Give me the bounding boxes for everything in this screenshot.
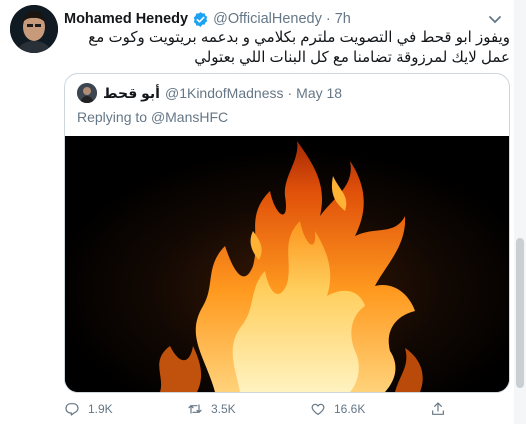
like-button[interactable]: 16.6K: [310, 401, 365, 417]
quoted-author-handle[interactable]: @1KindofMadness: [165, 85, 284, 101]
quoted-separator: ·: [287, 85, 293, 101]
verified-badge-icon: [192, 11, 209, 28]
caret-down-icon[interactable]: [488, 12, 502, 24]
tweet-header: Mohamed Henedy @OfficialHenedy · 7h: [64, 9, 351, 29]
author-handle[interactable]: @OfficialHenedy: [213, 11, 322, 27]
replying-to-label: Replying to: [77, 109, 148, 125]
author-avatar[interactable]: [10, 5, 58, 53]
header-separator: ·: [325, 11, 331, 27]
quoted-author-name[interactable]: أبو قحط: [103, 85, 160, 102]
fire-image[interactable]: [65, 136, 509, 392]
share-button[interactable]: [430, 401, 454, 417]
quoted-tweet-header: أبو قحط @1KindofMadness · May 18: [77, 83, 342, 103]
tweet-text: ويفوز ابو قحط في التصويت ملترم بكلامي و …: [88, 29, 510, 66]
retweet-count: 3.5K: [211, 402, 236, 416]
retweet-button[interactable]: 3.5K: [187, 401, 236, 417]
reply-icon: [65, 403, 79, 416]
author-name[interactable]: Mohamed Henedy: [64, 11, 188, 27]
replying-to-mention[interactable]: @MansHFC: [151, 109, 228, 125]
quoted-tweet[interactable]: أبو قحط @1KindofMadness · May 18 Replyin…: [64, 73, 510, 393]
scrollbar[interactable]: [514, 0, 526, 424]
tweet-timestamp[interactable]: 7h: [335, 11, 351, 27]
reply-button[interactable]: 1.9K: [64, 401, 113, 417]
retweet-icon: [188, 404, 202, 414]
like-icon: [311, 403, 325, 415]
quoted-timestamp[interactable]: May 18: [296, 85, 342, 101]
like-count: 16.6K: [334, 402, 366, 416]
scrollbar-thumb[interactable]: [516, 238, 524, 388]
share-icon: [432, 402, 444, 415]
reply-count: 1.9K: [88, 402, 113, 416]
tweet-card[interactable]: Mohamed Henedy @OfficialHenedy · 7h ويفو…: [0, 0, 526, 424]
replying-to: Replying to @MansHFC: [77, 109, 228, 125]
tweet-actions: 1.9K 3.5K 16.6K: [64, 401, 464, 419]
quoted-author-avatar[interactable]: [77, 83, 97, 103]
